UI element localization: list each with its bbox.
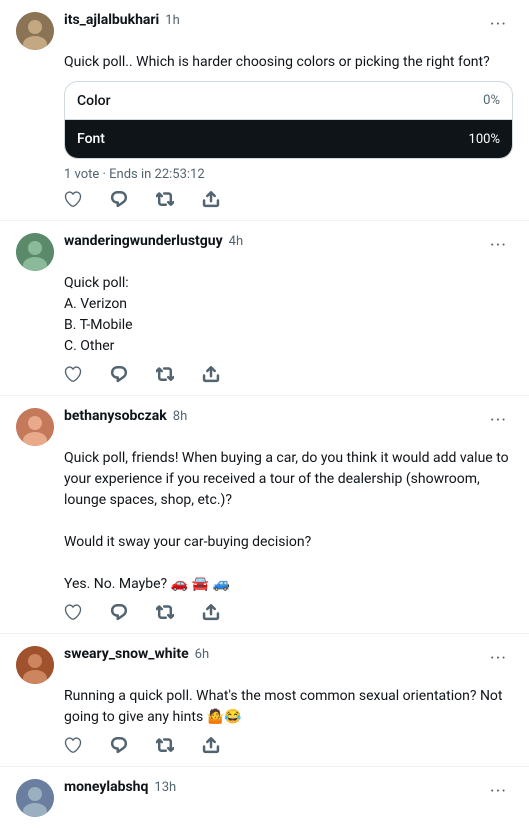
post-text: Running a quick poll. What's the most co… xyxy=(64,686,513,728)
comment-button[interactable] xyxy=(110,603,128,621)
avatar xyxy=(16,779,54,817)
more-options-icon[interactable]: ··· xyxy=(484,779,513,804)
comment-button[interactable] xyxy=(110,365,128,383)
post-header-left: sweary_snow_white 6h xyxy=(16,646,209,684)
post-time: 1h xyxy=(165,13,179,28)
comment-icon xyxy=(110,190,128,208)
post-item: wanderingwunderlustguy 4h ··· Quick poll… xyxy=(0,221,529,396)
poll: Color 0% Font 100% xyxy=(64,81,513,159)
post-header: sweary_snow_white 6h ··· xyxy=(16,646,513,684)
post-header: its_ajlalbukhari 1h ··· xyxy=(16,12,513,50)
repost-icon xyxy=(156,736,174,754)
post-item: sweary_snow_white 6h ··· Running a quick… xyxy=(0,634,529,767)
share-icon xyxy=(202,736,220,754)
comment-button[interactable] xyxy=(110,190,128,208)
username-row: moneylabshq 13h xyxy=(64,779,176,795)
like-button[interactable] xyxy=(64,603,82,621)
repost-icon xyxy=(156,190,174,208)
post-content: Quick poll, friends! When buying a car, … xyxy=(64,448,513,621)
post-header: wanderingwunderlustguy 4h ··· xyxy=(16,233,513,271)
post-meta: wanderingwunderlustguy 4h xyxy=(64,233,243,249)
post-header: moneylabshq 13h ··· xyxy=(16,779,513,817)
repost-button[interactable] xyxy=(156,365,174,383)
heart-icon xyxy=(64,190,82,208)
username-row: its_ajlalbukhari 1h xyxy=(64,12,180,28)
post-actions xyxy=(64,190,513,208)
more-options-icon[interactable]: ··· xyxy=(484,233,513,258)
comment-icon xyxy=(110,603,128,621)
username[interactable]: sweary_snow_white xyxy=(64,646,189,662)
username-row: wanderingwunderlustguy 4h xyxy=(64,233,243,249)
share-button[interactable] xyxy=(202,603,220,621)
poll-option[interactable]: Color 0% xyxy=(65,82,512,120)
post-header-left: wanderingwunderlustguy 4h xyxy=(16,233,243,271)
share-icon xyxy=(202,365,220,383)
repost-button[interactable] xyxy=(156,603,174,621)
share-button[interactable] xyxy=(202,736,220,754)
post-header-left: its_ajlalbukhari 1h xyxy=(16,12,180,50)
post-actions xyxy=(64,603,513,621)
post-header-left: moneylabshq 13h xyxy=(16,779,176,817)
username-row: sweary_snow_white 6h xyxy=(64,646,209,662)
share-button[interactable] xyxy=(202,190,220,208)
heart-icon xyxy=(64,736,82,754)
username[interactable]: bethanysobczak xyxy=(64,408,167,424)
post-content: Quick poll: A. Verizon B. T-Mobile C. Ot… xyxy=(64,273,513,383)
username[interactable]: moneylabshq xyxy=(64,779,148,795)
username-row: bethanysobczak 8h xyxy=(64,408,187,424)
post-item: moneylabshq 13h ··· xyxy=(0,767,529,829)
comment-icon xyxy=(110,736,128,754)
post-meta: sweary_snow_white 6h xyxy=(64,646,209,662)
post-meta: its_ajlalbukhari 1h xyxy=(64,12,180,28)
repost-icon xyxy=(156,365,174,383)
poll-option-percent: 100% xyxy=(469,132,500,147)
post-time: 4h xyxy=(229,234,243,249)
post-meta: moneylabshq 13h xyxy=(64,779,176,795)
poll-option-label: Font xyxy=(77,131,105,147)
like-button[interactable] xyxy=(64,190,82,208)
post-text: Quick poll, friends! When buying a car, … xyxy=(64,448,513,595)
post-content: Quick poll.. Which is harder choosing co… xyxy=(64,52,513,208)
post-time: 13h xyxy=(154,780,176,795)
share-icon xyxy=(202,603,220,621)
post-actions xyxy=(64,365,513,383)
post-meta: bethanysobczak 8h xyxy=(64,408,187,424)
username[interactable]: its_ajlalbukhari xyxy=(64,12,159,28)
avatar xyxy=(16,408,54,446)
repost-icon xyxy=(156,603,174,621)
more-options-icon[interactable]: ··· xyxy=(484,408,513,433)
more-options-icon[interactable]: ··· xyxy=(484,12,513,37)
post-header-left: bethanysobczak 8h xyxy=(16,408,187,446)
avatar xyxy=(16,646,54,684)
post-time: 6h xyxy=(195,647,209,662)
repost-button[interactable] xyxy=(156,190,174,208)
post-text: Quick poll.. Which is harder choosing co… xyxy=(64,52,513,73)
comment-icon xyxy=(110,365,128,383)
comment-button[interactable] xyxy=(110,736,128,754)
share-icon xyxy=(202,190,220,208)
heart-icon xyxy=(64,603,82,621)
share-button[interactable] xyxy=(202,365,220,383)
like-button[interactable] xyxy=(64,365,82,383)
heart-icon xyxy=(64,365,82,383)
repost-button[interactable] xyxy=(156,736,174,754)
username[interactable]: wanderingwunderlustguy xyxy=(64,233,223,249)
post-header: bethanysobczak 8h ··· xyxy=(16,408,513,446)
avatar xyxy=(16,233,54,271)
post-actions xyxy=(64,736,513,754)
like-button[interactable] xyxy=(64,736,82,754)
post-time: 8h xyxy=(173,409,187,424)
post-text: Quick poll: A. Verizon B. T-Mobile C. Ot… xyxy=(64,273,513,357)
poll-info: 1 vote · Ends in 22:53:12 xyxy=(64,167,513,182)
avatar xyxy=(16,12,54,50)
post-item: bethanysobczak 8h ··· Quick poll, friend… xyxy=(0,396,529,634)
poll-option-label: Color xyxy=(77,93,111,109)
more-options-icon[interactable]: ··· xyxy=(484,646,513,671)
poll-option[interactable]: Font 100% xyxy=(65,120,512,158)
post-item: its_ajlalbukhari 1h ··· Quick poll.. Whi… xyxy=(0,0,529,221)
post-content: Running a quick poll. What's the most co… xyxy=(64,686,513,754)
poll-option-percent: 0% xyxy=(483,93,500,108)
